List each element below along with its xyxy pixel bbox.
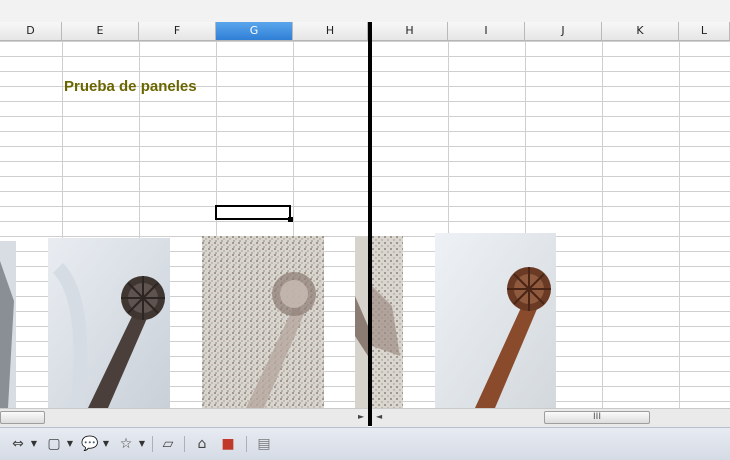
column-header-k[interactable]: K (602, 22, 679, 40)
toolbar-separator (184, 436, 185, 452)
column-header-right: H I J K L (372, 22, 730, 41)
layers-icon[interactable]: ▤ (254, 435, 274, 453)
column-header-h[interactable]: H (293, 22, 368, 40)
drawing-toolbar: ⇔ ▼ ▢ ▼ 💬 ▼ ☆ ▼ ▱ ⌂ ■ ▤ (0, 427, 730, 460)
photo-cropped[interactable] (355, 236, 368, 408)
scroll-right-arrow-icon[interactable]: ► (358, 412, 364, 421)
photo-noise[interactable] (202, 236, 324, 408)
photo-warm[interactable] (435, 233, 556, 408)
chevron-down-icon[interactable]: ▼ (102, 435, 110, 453)
left-pane[interactable]: D E F G H Prueba de paneles (0, 22, 368, 408)
rectangle-icon[interactable]: ▢ (44, 435, 64, 453)
column-header-d[interactable]: D (0, 22, 62, 40)
toolbar-separator (152, 436, 153, 452)
top-strip (0, 0, 730, 22)
column-header-h-right[interactable]: H (372, 22, 448, 40)
cell-cursor[interactable] (215, 205, 293, 222)
column-header-i[interactable]: I (448, 22, 525, 40)
scrollbar-thumb-left[interactable] (0, 411, 45, 424)
polygon-icon[interactable]: ▱ (158, 435, 178, 453)
fill-handle[interactable] (288, 217, 293, 222)
cell-text-title[interactable]: Prueba de paneles (64, 78, 197, 95)
scrollbar-thumb-right[interactable]: III (544, 411, 650, 424)
chevron-down-icon[interactable]: ▼ (30, 435, 38, 453)
photo-cropped-right[interactable] (372, 236, 403, 408)
horizontal-scrollbar-right[interactable]: ◄ III (372, 408, 730, 427)
chevron-down-icon[interactable]: ▼ (138, 435, 146, 453)
horizontal-scrollbar-left[interactable]: ► (0, 408, 368, 427)
column-header-l[interactable]: L (679, 22, 730, 40)
callout-icon[interactable]: 💬 (80, 435, 100, 453)
column-header-j[interactable]: J (525, 22, 602, 40)
column-header-e[interactable]: E (62, 22, 139, 40)
column-header-f[interactable]: F (139, 22, 216, 40)
photo-sliver[interactable] (0, 241, 16, 408)
toolbar-separator (246, 436, 247, 452)
scroll-left-arrow-icon[interactable]: ◄ (376, 412, 382, 421)
column-header-g[interactable]: G (216, 22, 293, 40)
column-header-left: D E F G H (0, 22, 368, 41)
picture-icon[interactable]: ■ (218, 435, 238, 453)
star-icon[interactable]: ☆ (116, 435, 136, 453)
right-pane[interactable]: H I J K L (372, 22, 730, 408)
chevron-down-icon[interactable]: ▼ (66, 435, 74, 453)
photo-original[interactable] (48, 238, 170, 408)
grid-line (602, 41, 603, 408)
grid-line (679, 41, 680, 408)
camera-icon[interactable]: ⌂ (192, 435, 212, 453)
arrows-icon[interactable]: ⇔ (8, 435, 28, 453)
